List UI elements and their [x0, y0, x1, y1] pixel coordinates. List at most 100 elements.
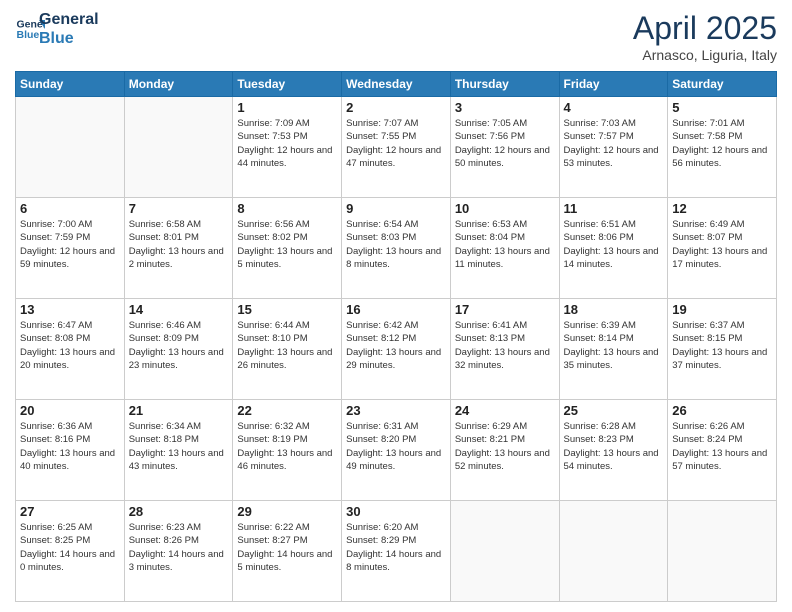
day-number: 30 — [346, 504, 446, 519]
table-row: 4Sunrise: 7:03 AMSunset: 7:57 PMDaylight… — [559, 97, 668, 198]
day-info: Sunrise: 7:01 AMSunset: 7:58 PMDaylight:… — [672, 117, 772, 170]
day-number: 6 — [20, 201, 120, 216]
table-row: 9Sunrise: 6:54 AMSunset: 8:03 PMDaylight… — [342, 198, 451, 299]
day-info: Sunrise: 6:46 AMSunset: 8:09 PMDaylight:… — [129, 319, 229, 372]
table-row: 8 Sunrise: 6:56 AMSunset: 8:02 PMDaylight… — [233, 198, 342, 299]
table-row: 25 Sunrise: 6:28 AMSunset: 8:23 PMDayligh… — [559, 400, 668, 501]
day-info: Sunrise: 6:47 AMSunset: 8:08 PMDaylight:… — [20, 319, 120, 372]
day-info: Sunrise: 6:25 AMSunset: 8:25 PMDaylight:… — [20, 521, 120, 574]
day-info: Sunrise: 6:53 AMSunset: 8:04 PMDaylight:… — [455, 218, 555, 271]
day-number: 20 — [20, 403, 120, 418]
calendar-week-1: 1 Sunrise: 7:09 AMSunset: 7:53 PMDaylight… — [16, 97, 777, 198]
location-subtitle: Arnasco, Liguria, Italy — [633, 47, 777, 63]
day-number: 11 — [564, 201, 664, 216]
day-info: Sunrise: 6:39 AMSunset: 8:14 PMDaylight:… — [564, 319, 664, 372]
table-row: 20Sunrise: 6:36 AMSunset: 8:16 PMDayligh… — [16, 400, 125, 501]
calendar-week-5: 27 Sunrise: 6:25 AMSunset: 8:25 PMDayligh… — [16, 501, 777, 602]
day-number: 2 — [346, 100, 446, 115]
table-row: 1 Sunrise: 7:09 AMSunset: 7:53 PMDaylight… — [233, 97, 342, 198]
table-row: 16 Sunrise: 6:42 AMSunset: 8:12 PMDayligh… — [342, 299, 451, 400]
col-saturday: Saturday — [668, 72, 777, 97]
table-row: 18Sunrise: 6:39 AMSunset: 8:14 PMDayligh… — [559, 299, 668, 400]
day-info: Sunrise: 6:28 AMSunset: 8:23 PMDaylight:… — [564, 420, 664, 473]
table-row: 17 Sunrise: 6:41 AMSunset: 8:13 PMDayligh… — [450, 299, 559, 400]
table-row: 29 Sunrise: 6:22 AMSunset: 8:27 PMDayligh… — [233, 501, 342, 602]
table-row: 26 Sunrise: 6:26 AMSunset: 8:24 PMDayligh… — [668, 400, 777, 501]
day-info: Sunrise: 7:00 AMSunset: 7:59 PMDaylight:… — [20, 218, 120, 271]
day-info: Sunrise: 6:22 AMSunset: 8:27 PMDaylight:… — [237, 521, 337, 574]
table-row: 30 Sunrise: 6:20 AMSunset: 8:29 PMDayligh… — [342, 501, 451, 602]
col-sunday: Sunday — [16, 72, 125, 97]
table-row: 19Sunrise: 6:37 AMSunset: 8:15 PMDayligh… — [668, 299, 777, 400]
table-row — [668, 501, 777, 602]
table-row: 15 Sunrise: 6:44 AMSunset: 8:10 PMDayligh… — [233, 299, 342, 400]
header: General Blue General Blue April 2025 Arn… — [15, 10, 777, 63]
table-row: 22 Sunrise: 6:32 AMSunset: 8:19 PMDayligh… — [233, 400, 342, 501]
day-info: Sunrise: 6:54 AMSunset: 8:03 PMDaylight:… — [346, 218, 446, 271]
day-info: Sunrise: 6:23 AMSunset: 8:26 PMDaylight:… — [129, 521, 229, 574]
table-row: 3Sunrise: 7:05 AMSunset: 7:56 PMDaylight… — [450, 97, 559, 198]
header-row: Sunday Monday Tuesday Wednesday Thursday… — [16, 72, 777, 97]
table-row: 13 Sunrise: 6:47 AMSunset: 8:08 PMDayligh… — [16, 299, 125, 400]
day-number: 3 — [455, 100, 555, 115]
day-number: 16 — [346, 302, 446, 317]
day-info: Sunrise: 6:58 AMSunset: 8:01 PMDaylight:… — [129, 218, 229, 271]
table-row — [559, 501, 668, 602]
day-info: Sunrise: 6:31 AMSunset: 8:20 PMDaylight:… — [346, 420, 446, 473]
logo-general: General — [39, 10, 99, 29]
col-tuesday: Tuesday — [233, 72, 342, 97]
day-number: 17 — [455, 302, 555, 317]
day-number: 27 — [20, 504, 120, 519]
day-number: 28 — [129, 504, 229, 519]
calendar-week-4: 20Sunrise: 6:36 AMSunset: 8:16 PMDayligh… — [16, 400, 777, 501]
calendar-week-3: 13 Sunrise: 6:47 AMSunset: 8:08 PMDayligh… — [16, 299, 777, 400]
col-monday: Monday — [124, 72, 233, 97]
col-wednesday: Wednesday — [342, 72, 451, 97]
day-number: 7 — [129, 201, 229, 216]
logo: General Blue General Blue — [15, 10, 99, 48]
month-title: April 2025 — [633, 10, 777, 47]
day-number: 19 — [672, 302, 772, 317]
day-number: 15 — [237, 302, 337, 317]
day-info: Sunrise: 6:32 AMSunset: 8:19 PMDaylight:… — [237, 420, 337, 473]
day-number: 23 — [346, 403, 446, 418]
day-number: 10 — [455, 201, 555, 216]
day-number: 1 — [237, 100, 337, 115]
day-info: Sunrise: 6:29 AMSunset: 8:21 PMDaylight:… — [455, 420, 555, 473]
day-info: Sunrise: 7:03 AMSunset: 7:57 PMDaylight:… — [564, 117, 664, 170]
day-number: 22 — [237, 403, 337, 418]
table-row: 12Sunrise: 6:49 AMSunset: 8:07 PMDayligh… — [668, 198, 777, 299]
day-number: 12 — [672, 201, 772, 216]
calendar-week-2: 6 Sunrise: 7:00 AMSunset: 7:59 PMDaylight… — [16, 198, 777, 299]
day-number: 25 — [564, 403, 664, 418]
table-row: 5Sunrise: 7:01 AMSunset: 7:58 PMDaylight… — [668, 97, 777, 198]
day-info: Sunrise: 6:26 AMSunset: 8:24 PMDaylight:… — [672, 420, 772, 473]
day-info: Sunrise: 6:56 AMSunset: 8:02 PMDaylight:… — [237, 218, 337, 271]
day-info: Sunrise: 6:51 AMSunset: 8:06 PMDaylight:… — [564, 218, 664, 271]
page: General Blue General Blue April 2025 Arn… — [0, 0, 792, 612]
table-row: 11 Sunrise: 6:51 AMSunset: 8:06 PMDayligh… — [559, 198, 668, 299]
title-block: April 2025 Arnasco, Liguria, Italy — [633, 10, 777, 63]
day-number: 14 — [129, 302, 229, 317]
table-row: 24 Sunrise: 6:29 AMSunset: 8:21 PMDayligh… — [450, 400, 559, 501]
table-row — [16, 97, 125, 198]
table-row: 7 Sunrise: 6:58 AMSunset: 8:01 PMDaylight… — [124, 198, 233, 299]
day-info: Sunrise: 6:41 AMSunset: 8:13 PMDaylight:… — [455, 319, 555, 372]
day-info: Sunrise: 7:09 AMSunset: 7:53 PMDaylight:… — [237, 117, 337, 170]
table-row: 21 Sunrise: 6:34 AMSunset: 8:18 PMDayligh… — [124, 400, 233, 501]
day-info: Sunrise: 6:44 AMSunset: 8:10 PMDaylight:… — [237, 319, 337, 372]
table-row: 10 Sunrise: 6:53 AMSunset: 8:04 PMDayligh… — [450, 198, 559, 299]
day-info: Sunrise: 6:42 AMSunset: 8:12 PMDaylight:… — [346, 319, 446, 372]
day-number: 24 — [455, 403, 555, 418]
day-number: 8 — [237, 201, 337, 216]
table-row: 28 Sunrise: 6:23 AMSunset: 8:26 PMDayligh… — [124, 501, 233, 602]
day-number: 21 — [129, 403, 229, 418]
table-row: 23 Sunrise: 6:31 AMSunset: 8:20 PMDayligh… — [342, 400, 451, 501]
table-row — [450, 501, 559, 602]
logo-blue: Blue — [39, 29, 99, 48]
day-info: Sunrise: 6:20 AMSunset: 8:29 PMDaylight:… — [346, 521, 446, 574]
day-number: 13 — [20, 302, 120, 317]
day-number: 29 — [237, 504, 337, 519]
day-number: 26 — [672, 403, 772, 418]
day-info: Sunrise: 6:34 AMSunset: 8:18 PMDaylight:… — [129, 420, 229, 473]
